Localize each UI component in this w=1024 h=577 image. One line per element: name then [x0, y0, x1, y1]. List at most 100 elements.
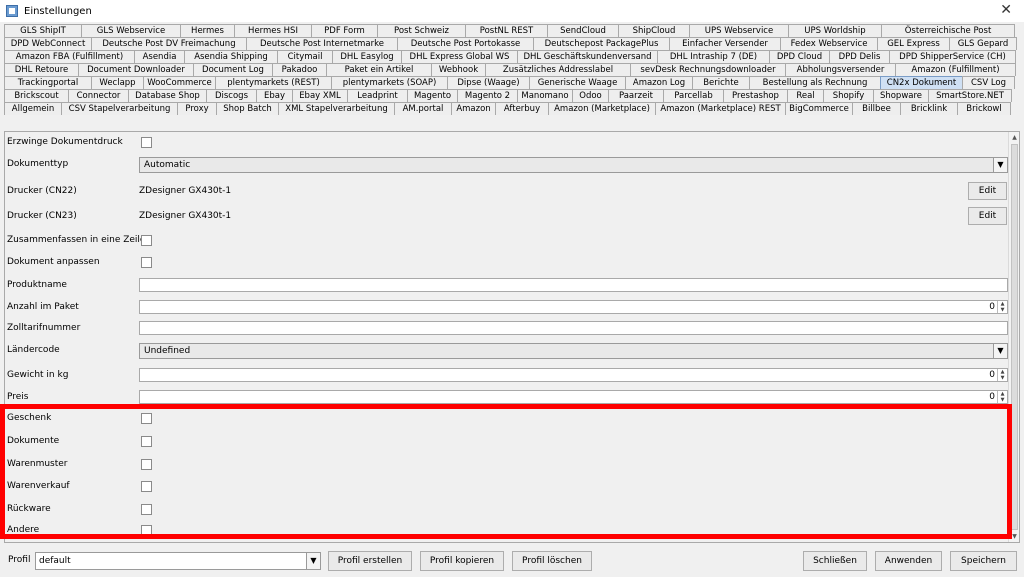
tab-bricklink[interactable]: Bricklink	[900, 102, 958, 115]
tab-amazon-fba-fulfillment[interactable]: Amazon FBA (Fulfillment)	[4, 50, 135, 63]
tab-bigcommerce[interactable]: BigCommerce	[785, 102, 853, 115]
tab-afterbuy[interactable]: Afterbuy	[495, 102, 549, 115]
profil-loeschen-button[interactable]: Profil löschen	[512, 551, 592, 571]
tab-ups-worldship[interactable]: UPS Worldship	[788, 24, 882, 37]
gewicht-stepper[interactable]: 0 ▲ ▼	[139, 368, 1008, 382]
tab-proxy[interactable]: Proxy	[177, 102, 217, 115]
preis-stepper[interactable]: 0 ▲ ▼	[139, 390, 1008, 404]
chevron-down-icon[interactable]: ▼	[993, 158, 1007, 172]
tab-cn2x-dokument[interactable]: CN2x Dokument	[880, 76, 963, 89]
profil-erstellen-button[interactable]: Profil erstellen	[328, 551, 412, 571]
tab-amazon-fulfillment[interactable]: Amazon (Fulfillment)	[895, 63, 1016, 76]
dokumenttyp-select[interactable]: Automatic ▼	[139, 157, 1008, 173]
tab-einfacher-versender[interactable]: Einfacher Versender	[669, 37, 781, 50]
warenmuster-checkbox[interactable]	[141, 459, 152, 470]
tab-gls-shipit[interactable]: GLS ShipIT	[4, 24, 82, 37]
tab-manomano[interactable]: Manomano	[517, 89, 573, 102]
tab-shopify[interactable]: Shopify	[823, 89, 874, 102]
tab-magento[interactable]: Magento	[407, 89, 458, 102]
tab-shop-batch[interactable]: Shop Batch	[216, 102, 279, 115]
tab-dhl-retoure[interactable]: DHL Retoure	[4, 63, 79, 76]
tab-gls-webservice[interactable]: GLS Webservice	[81, 24, 181, 37]
tab-pdf-form[interactable]: PDF Form	[311, 24, 378, 37]
tab-fedex-webservice[interactable]: Fedex Webservice	[780, 37, 878, 50]
tab-leadprint[interactable]: Leadprint	[347, 89, 408, 102]
stepper-arrows-icon[interactable]: ▲ ▼	[997, 391, 1007, 403]
tab-postnl-rest[interactable]: PostNL REST	[465, 24, 548, 37]
tab-dpd-shipperservice-ch[interactable]: DPD ShipperService (CH)	[889, 50, 1016, 63]
tab-parcellab[interactable]: Parcellab	[663, 89, 724, 102]
dokumente-checkbox[interactable]	[141, 436, 152, 447]
tab-dipse-waage[interactable]: Dipse (Waage)	[447, 76, 530, 89]
tab-brickowl[interactable]: Brickowl	[957, 102, 1011, 115]
tab-ebay[interactable]: Ebay	[256, 89, 293, 102]
tab-real[interactable]: Real	[787, 89, 824, 102]
tab-hermes[interactable]: Hermes	[180, 24, 235, 37]
tab-database-shop[interactable]: Database Shop	[128, 89, 207, 102]
rueckware-checkbox[interactable]	[141, 504, 152, 515]
edit-cn23-button[interactable]: Edit	[968, 207, 1007, 225]
tab-brickscout[interactable]: Brickscout	[4, 89, 69, 102]
tab-amazon-marketplace-rest[interactable]: Amazon (Marketplace) REST	[655, 102, 786, 115]
tab-deutsche-post-internetmarke[interactable]: Deutsche Post Internetmarke	[246, 37, 398, 50]
tab-smartstore-net[interactable]: SmartStore.NET	[928, 89, 1012, 102]
tab-billbee[interactable]: Billbee	[852, 102, 901, 115]
tab-weclapp[interactable]: Weclapp	[91, 76, 144, 89]
tab-berichte[interactable]: Berichte	[692, 76, 750, 89]
tab-ebay-xml[interactable]: Ebay XML	[292, 89, 348, 102]
anwenden-button[interactable]: Anwenden	[875, 551, 942, 571]
tab-allgemein[interactable]: Allgemein	[4, 102, 62, 115]
tab-webhook[interactable]: Webhook	[431, 63, 486, 76]
tab-paarzeit[interactable]: Paarzeit	[608, 89, 664, 102]
scroll-down-icon[interactable]: ▼	[1010, 532, 1019, 541]
chevron-down-icon[interactable]: ▼	[993, 344, 1007, 358]
tab-trackingportal[interactable]: Trackingportal	[4, 76, 92, 89]
tab-dhl-express-global-ws[interactable]: DHL Express Global WS	[401, 50, 518, 63]
edit-cn22-button[interactable]: Edit	[968, 182, 1007, 200]
tab-abholungsversender[interactable]: Abholungsversender	[785, 63, 896, 76]
tab-generische-waage[interactable]: Generische Waage	[529, 76, 626, 89]
speichern-button[interactable]: Speichern	[950, 551, 1017, 571]
tab-ups-webservice[interactable]: UPS Webservice	[689, 24, 789, 37]
tab-prestashop[interactable]: Prestashop	[723, 89, 788, 102]
tab-amazon-log[interactable]: Amazon Log	[625, 76, 693, 89]
tab-plentymarkets-soap[interactable]: plentymarkets (SOAP)	[331, 76, 448, 89]
tab-document-downloader[interactable]: Document Downloader	[78, 63, 194, 76]
tab-xml-stapelverarbeitung[interactable]: XML Stapelverarbeitung	[278, 102, 395, 115]
tab-dpd-webconnect[interactable]: DPD WebConnect	[4, 37, 92, 50]
profil-select[interactable]: default ▼	[35, 552, 321, 570]
tab-csv-log[interactable]: CSV Log	[962, 76, 1015, 89]
close-icon[interactable]: ✕	[1000, 2, 1012, 18]
tab-sevdesk-rechnungsdownloader[interactable]: sevDesk Rechnungsdownloader	[630, 63, 786, 76]
schliessen-button[interactable]: Schließen	[803, 551, 867, 571]
tab-citymail[interactable]: Citymail	[277, 50, 333, 63]
dokument-anpassen-checkbox[interactable]	[141, 257, 152, 268]
tab-woocommerce[interactable]: WooCommerce	[143, 76, 216, 89]
stepper-arrows-icon[interactable]: ▲ ▼	[997, 369, 1007, 381]
tab-gel-express[interactable]: GEL Express	[877, 37, 950, 50]
chevron-down-icon[interactable]: ▼	[306, 553, 320, 569]
tab-hermes-hsi[interactable]: Hermes HSI	[234, 24, 312, 37]
zusammenfassen-checkbox[interactable]	[141, 235, 152, 246]
tab-csv-stapelverarbeitung[interactable]: CSV Stapelverarbeitung	[61, 102, 178, 115]
profil-kopieren-button[interactable]: Profil kopieren	[420, 551, 504, 571]
tab-am-portal[interactable]: AM.portal	[394, 102, 452, 115]
tab-amazon[interactable]: Amazon	[451, 102, 496, 115]
tab-post-schweiz[interactable]: Post Schweiz	[377, 24, 466, 37]
tab-dhl-geschäftskundenversand[interactable]: DHL Geschäftskundenversand	[517, 50, 658, 63]
zolltarif-input[interactable]	[139, 321, 1008, 335]
produktname-input[interactable]	[139, 278, 1008, 292]
scroll-up-icon[interactable]: ▲	[1010, 133, 1019, 142]
tab-asendia-shipping[interactable]: Asendia Shipping	[184, 50, 278, 63]
tab-gls-gepard[interactable]: GLS Gepard	[949, 37, 1017, 50]
tab-dhl-intraship-7-de[interactable]: DHL Intraship 7 (DE)	[657, 50, 770, 63]
tab-document-log[interactable]: Document Log	[193, 63, 273, 76]
tab-deutsche-post-portokasse[interactable]: Deutsche Post Portokasse	[397, 37, 534, 50]
tab-deutschepost-packageplus[interactable]: Deutschepost PackagePlus	[533, 37, 670, 50]
tab-dhl-easylog[interactable]: DHL Easylog	[332, 50, 402, 63]
tab-österreichische-post[interactable]: Österreichische Post	[881, 24, 1015, 37]
laendercode-select[interactable]: Undefined ▼	[139, 343, 1008, 359]
tab-pakadoo[interactable]: Pakadoo	[272, 63, 327, 76]
warenverkauf-checkbox[interactable]	[141, 481, 152, 492]
stepper-arrows-icon[interactable]: ▲ ▼	[997, 301, 1007, 313]
